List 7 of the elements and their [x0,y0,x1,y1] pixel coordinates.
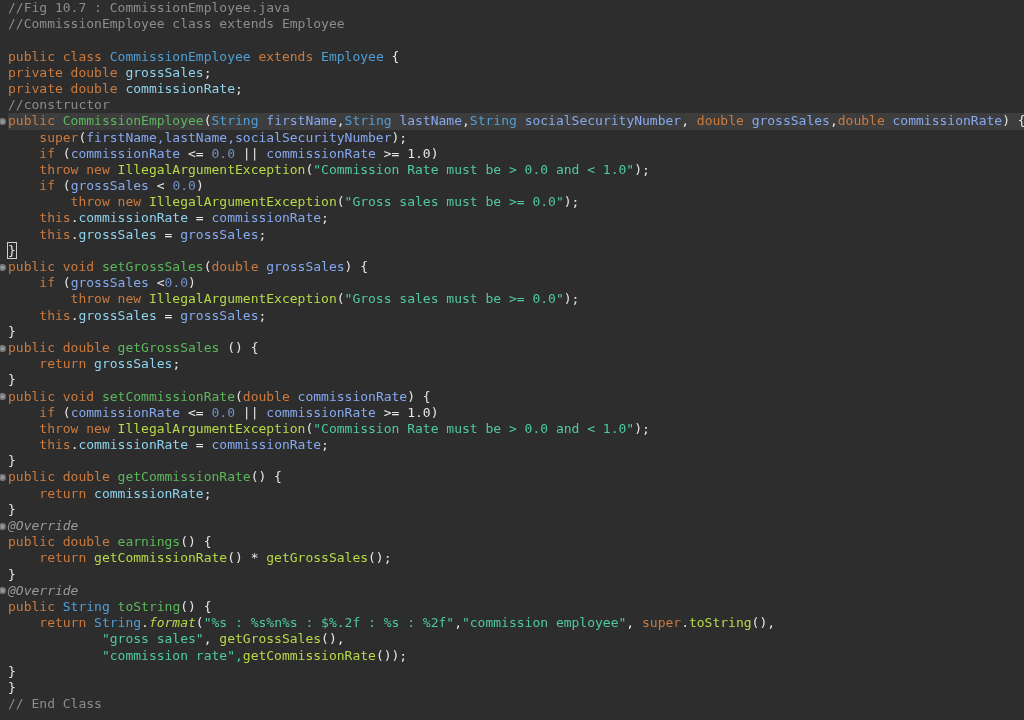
fold-marker-icon[interactable] [0,117,6,125]
fold-marker-icon[interactable] [0,587,6,595]
fold-marker-icon[interactable] [0,393,6,401]
fold-marker-icon[interactable] [0,522,6,530]
fold-marker-icon[interactable] [0,263,6,271]
fold-marker-icon[interactable] [0,344,6,352]
fold-marker-icon[interactable] [0,474,6,482]
